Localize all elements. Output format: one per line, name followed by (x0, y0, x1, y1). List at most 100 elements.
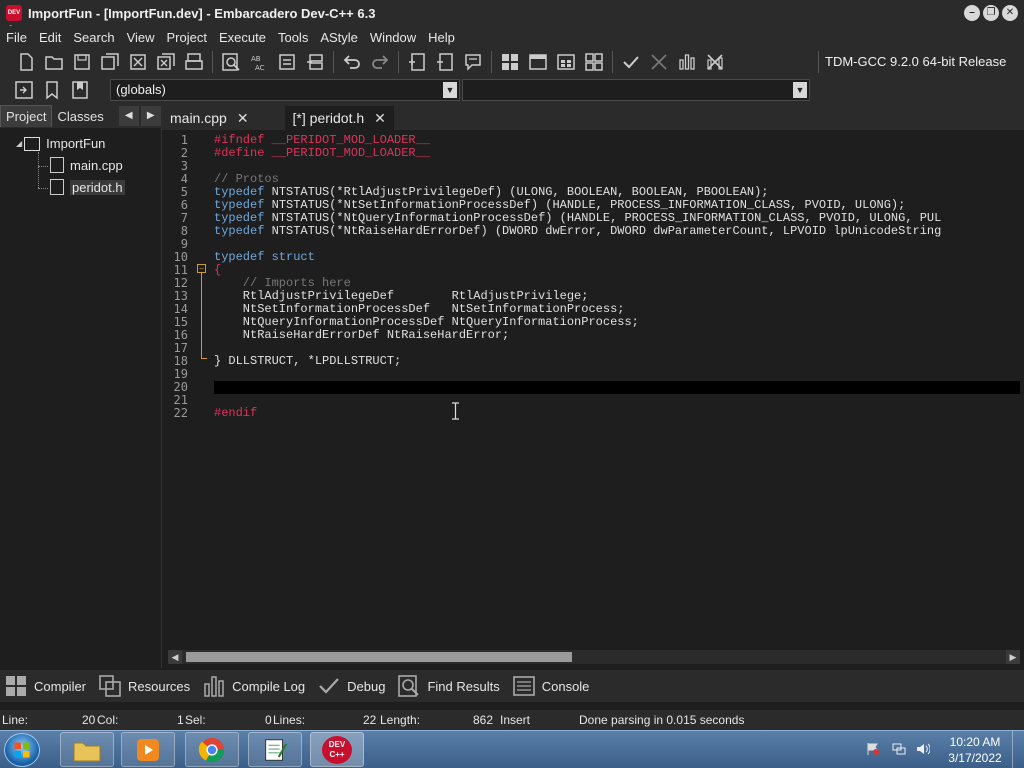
undo-icon[interactable] (340, 50, 364, 74)
menu-tools[interactable]: Tools (272, 30, 314, 45)
chevron-right-icon[interactable]: ▶ (140, 106, 161, 126)
compiler-selector[interactable]: TDM-GCC 9.2.0 64-bit Release (818, 51, 1024, 73)
syntax-check-icon[interactable] (619, 50, 643, 74)
tab-classes[interactable]: Classes (52, 106, 108, 127)
line-gutter: 1 2 3 4 5 6 7 8 9 10 11 12 13 14 15 16 1… (168, 132, 208, 650)
bottom-panel-tabs: Compiler Resources Compile Log Debug Fin… (0, 670, 1024, 702)
code-editor[interactable]: 1 2 3 4 5 6 7 8 9 10 11 12 13 14 15 16 1… (168, 132, 1020, 650)
rebuild-all-icon[interactable] (582, 50, 606, 74)
svg-text:AC: AC (255, 64, 265, 72)
menu-project[interactable]: Project (161, 30, 213, 45)
scope-selector[interactable]: (globals) ▼ (110, 79, 460, 101)
new-project-icon[interactable] (405, 50, 429, 74)
volume-icon[interactable] (916, 742, 930, 756)
menu-execute[interactable]: Execute (213, 30, 272, 45)
close-icon[interactable]: ✕ (374, 110, 386, 127)
file-icon (50, 179, 64, 195)
status-lines-value: 22 (363, 713, 377, 727)
remove-project-icon[interactable] (433, 50, 457, 74)
expand-arrow-icon[interactable]: ◢ (16, 139, 22, 148)
chevron-left-icon[interactable]: ◀ (118, 106, 139, 126)
action-center-flag-icon[interactable] (866, 742, 880, 756)
network-icon[interactable] (892, 742, 906, 756)
menu-edit[interactable]: Edit (33, 30, 67, 45)
resources-icon (99, 675, 121, 697)
close-all-icon[interactable] (154, 50, 178, 74)
notepad-taskbar-button[interactable] (248, 732, 302, 767)
tab-compiler[interactable]: Compiler (4, 674, 86, 698)
tree-file-peridot-h[interactable]: peridot.h (50, 179, 125, 195)
replace-icon[interactable]: AB AC (247, 50, 271, 74)
goto-function-icon[interactable] (12, 78, 36, 102)
text-cursor-icon (452, 402, 459, 420)
status-length-value: 862 (473, 713, 494, 727)
taskbar-clock-time[interactable]: 10:20 AM (945, 735, 1005, 749)
media-player-taskbar-button[interactable] (121, 732, 175, 767)
scroll-left-icon[interactable]: ◀ (168, 650, 182, 664)
status-col-label: Col: (97, 713, 119, 727)
close-button[interactable]: ✕ (1002, 5, 1018, 21)
chevron-down-icon[interactable]: ▼ (443, 82, 457, 98)
code-line: #endif (214, 406, 258, 420)
tree-file-main-cpp[interactable]: main.cpp (50, 157, 123, 173)
scope-value: (globals) (116, 82, 166, 97)
menu-file[interactable]: File (0, 30, 33, 45)
save-all-icon[interactable] (98, 50, 122, 74)
minimize-button[interactable]: – (964, 5, 980, 21)
bookmark-icon[interactable] (40, 78, 64, 102)
unindent-icon[interactable] (303, 50, 327, 74)
tab-compile-log[interactable]: Compile Log (202, 674, 305, 698)
status-bar: Line: 20 Col: 1 Sel: 0 Lines: 22 Length:… (0, 710, 1024, 730)
stop-execution-icon[interactable] (647, 50, 671, 74)
tab-find-results[interactable]: Find Results (397, 674, 500, 698)
horizontal-scrollbar[interactable]: ◀ ▶ (168, 650, 1020, 664)
indent-icon[interactable] (275, 50, 299, 74)
save-icon[interactable] (70, 50, 94, 74)
menu-astyle[interactable]: AStyle (314, 30, 364, 45)
redo-icon[interactable] (368, 50, 392, 74)
menu-view[interactable]: View (121, 30, 161, 45)
fold-toggle-icon[interactable]: − (197, 264, 206, 273)
code-line: typedef NTSTATUS(*NtRaiseHardErrorDef) (… (214, 224, 942, 238)
tab-debug[interactable]: Debug (317, 674, 385, 698)
media-player-icon (137, 738, 159, 761)
find-icon[interactable] (219, 50, 243, 74)
tab-console[interactable]: Console (512, 674, 589, 698)
profile-analysis-icon[interactable] (675, 50, 699, 74)
tab-peridot-h[interactable]: [*] peridot.h ✕ (284, 106, 394, 130)
symbol-selector[interactable]: ▼ (462, 79, 810, 101)
windows-logo-icon (14, 742, 30, 758)
explorer-taskbar-button[interactable] (60, 732, 114, 767)
devcpp-taskbar-button[interactable]: DEV C++ (310, 732, 364, 767)
close-file-icon[interactable] (126, 50, 150, 74)
scrollbar-thumb[interactable] (186, 652, 572, 662)
tab-main-cpp[interactable]: main.cpp ✕ (162, 106, 257, 130)
chrome-taskbar-button[interactable] (185, 732, 239, 767)
print-icon[interactable] (182, 50, 206, 74)
tab-resources[interactable]: Resources (98, 674, 190, 698)
menu-help[interactable]: Help (422, 30, 461, 45)
chrome-icon (198, 737, 225, 762)
show-desktop-button[interactable] (1012, 731, 1024, 768)
start-button[interactable] (4, 733, 40, 767)
maximize-button[interactable]: ❐ (983, 5, 999, 21)
taskbar-clock-date[interactable]: 3/17/2022 (945, 751, 1005, 765)
chevron-down-icon[interactable]: ▼ (793, 82, 807, 98)
goto-bookmark-icon[interactable] (68, 78, 92, 102)
run-icon[interactable] (526, 50, 550, 74)
tree-project-node[interactable]: ◢ ImportFun (16, 136, 105, 151)
tab-project[interactable]: Project (0, 105, 53, 127)
delete-profile-icon[interactable] (703, 50, 727, 74)
compile-run-icon[interactable] (554, 50, 578, 74)
open-folder-icon[interactable] (42, 50, 66, 74)
close-icon[interactable]: ✕ (237, 110, 249, 127)
menu-search[interactable]: Search (67, 30, 120, 45)
new-file-icon[interactable] (14, 50, 38, 74)
project-options-icon[interactable] (461, 50, 485, 74)
windows-taskbar: DEV C++ 10:20 AM 3/17/2022 (0, 730, 1024, 768)
scroll-right-icon[interactable]: ▶ (1006, 650, 1020, 664)
status-line-label: Line: (2, 713, 29, 727)
menu-window[interactable]: Window (364, 30, 422, 45)
editor-tabs: main.cpp ✕ [*] peridot.h ✕ (162, 104, 1024, 130)
compile-icon[interactable] (498, 50, 522, 74)
